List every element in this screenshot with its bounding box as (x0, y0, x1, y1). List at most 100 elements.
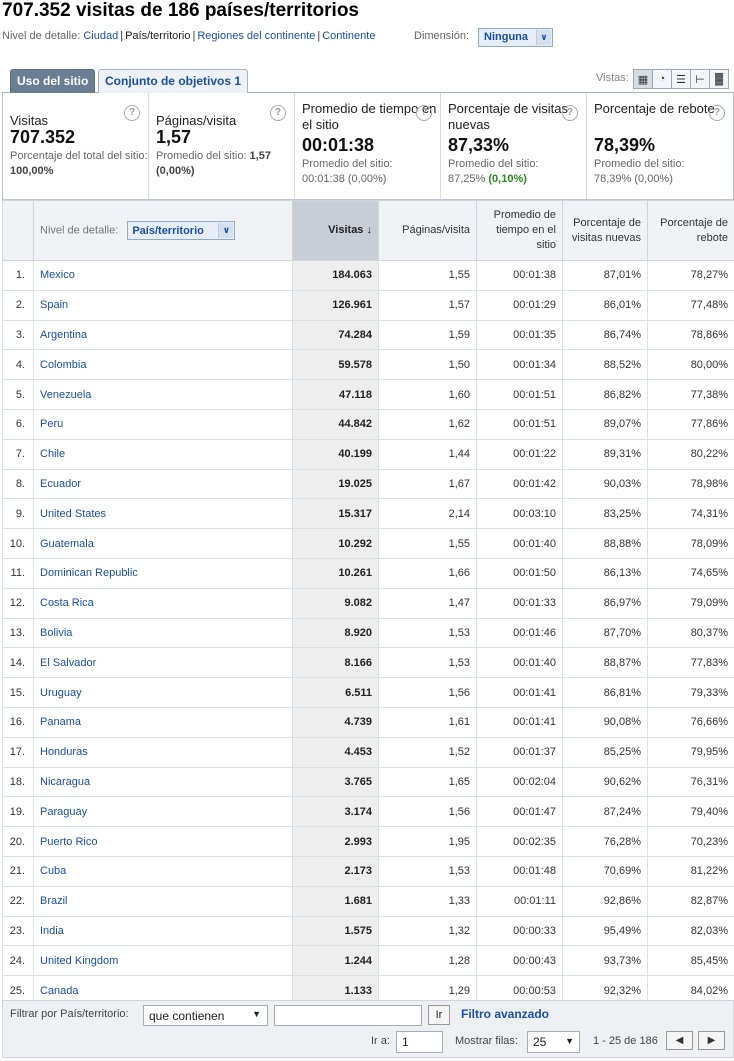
country-link[interactable]: Nicaragua (40, 776, 90, 788)
filter-mode-select[interactable]: que contienen ▼ (143, 1005, 268, 1026)
page-title: 707.352 visitas de 186 países/territorio… (2, 0, 359, 21)
row-country: Paraguay (33, 796, 293, 828)
comparison-view-icon[interactable]: ⊢ (690, 69, 710, 89)
country-link[interactable]: Peru (40, 418, 63, 430)
country-link[interactable]: Guatemala (40, 538, 94, 550)
header-visits[interactable]: Visitas ↓ (292, 200, 379, 261)
country-link[interactable]: Brazil (40, 895, 68, 907)
detail-link-subcontinent[interactable]: Regiones del continente (197, 30, 315, 42)
detail-link-city[interactable]: Ciudad (83, 30, 118, 42)
country-link[interactable]: United Kingdom (40, 955, 118, 967)
country-link[interactable]: Dominican Republic (40, 567, 138, 579)
tabs-row: Uso del sitio Conjunto de objetivos 1 Vi… (2, 66, 734, 93)
metric-sub: Promedio del sitio: 00:01:38 (0,00%) (302, 158, 393, 185)
row-visits: 1.244 (292, 945, 379, 977)
help-icon[interactable]: ? (124, 105, 140, 121)
row-bounce-rate: 74,65% (647, 557, 734, 589)
country-link[interactable]: Honduras (40, 746, 88, 758)
country-link[interactable]: El Salvador (40, 657, 96, 669)
row-country: Bolivia (33, 617, 293, 649)
performance-view-icon[interactable]: ☰ (671, 69, 691, 89)
row-avg-time: 00:01:38 (476, 260, 563, 291)
row-visits: 44.842 (292, 408, 379, 440)
goto-input[interactable]: 1 (396, 1031, 443, 1053)
row-index: 19. (2, 796, 34, 828)
row-bounce-rate: 77,86% (647, 408, 734, 440)
country-link[interactable]: India (40, 925, 64, 937)
help-icon[interactable]: ? (270, 105, 286, 121)
metric-new-visits: Porcentaje de visitas nuevas 87,33% Prom… (441, 93, 587, 199)
row-new-visits: 85,25% (562, 736, 648, 768)
help-icon[interactable]: ? (416, 105, 432, 121)
table-row: 14. El Salvador 8.166 1,53 00:01:40 88,87% 77,… (2, 647, 734, 679)
row-new-visits: 90,03% (562, 468, 648, 500)
table-view-icon[interactable]: ▦ (633, 69, 653, 89)
pivot-view-icon[interactable]: ▓ (709, 69, 729, 89)
advanced-filter-link[interactable]: Filtro avanzado (461, 1007, 549, 1021)
row-index: 18. (2, 766, 34, 798)
row-country: Brazil (33, 885, 293, 917)
row-pages-per-visit: 1,59 (378, 319, 477, 351)
next-page-button[interactable]: ▶ (698, 1031, 725, 1050)
header-avg-time[interactable]: Promedio de tiempo en el sitio (476, 200, 563, 261)
country-link[interactable]: Colombia (40, 359, 86, 371)
help-icon[interactable]: ? (562, 105, 578, 121)
country-link[interactable]: United States (40, 508, 106, 520)
row-new-visits: 93,73% (562, 945, 648, 977)
row-visits: 10.292 (292, 528, 379, 559)
row-visits: 2.993 (292, 826, 379, 857)
help-icon[interactable]: ? (709, 105, 725, 121)
dimension-detail-value: País/territorio (132, 225, 204, 237)
table-row: 19. Paraguay 3.174 1,56 00:01:47 87,24% 79,40% (2, 796, 734, 828)
country-link[interactable]: Argentina (40, 329, 87, 341)
country-link[interactable]: Chile (40, 448, 65, 460)
row-avg-time: 00:01:40 (476, 528, 563, 559)
rows-select[interactable]: 25 ▼ (527, 1031, 580, 1053)
row-country: India (33, 915, 293, 947)
header-bounce-rate[interactable]: Porcentaje de rebote (647, 200, 734, 261)
detail-link-continent[interactable]: Continente (322, 30, 375, 42)
tab-goal-set-1[interactable]: Conjunto de objetivos 1 (98, 69, 249, 93)
country-link[interactable]: Paraguay (40, 806, 87, 818)
row-visits: 2.173 (292, 855, 379, 887)
country-link[interactable]: Canada (40, 985, 79, 997)
row-index: 17. (2, 736, 34, 768)
dimension-select[interactable]: Ninguna ∨ (478, 28, 553, 47)
country-link[interactable]: Mexico (40, 269, 75, 281)
country-link[interactable]: Uruguay (40, 687, 82, 699)
row-new-visits: 86,74% (562, 319, 648, 351)
country-link[interactable]: Spain (40, 299, 68, 311)
header-new-visits[interactable]: Porcentaje de visitas nuevas (562, 200, 648, 261)
row-avg-time: 00:01:41 (476, 677, 563, 708)
tab-site-usage[interactable]: Uso del sitio (10, 69, 96, 93)
country-link[interactable]: Panama (40, 716, 81, 728)
dimension-detail-select[interactable]: País/territorio ∨ (127, 221, 236, 240)
row-new-visits: 87,01% (562, 260, 648, 291)
row-avg-time: 00:01:42 (476, 468, 563, 500)
country-link[interactable]: Puerto Rico (40, 836, 97, 848)
country-link[interactable]: Costa Rica (40, 597, 94, 609)
row-avg-time: 00:01:29 (476, 289, 563, 321)
row-country: Panama (33, 706, 293, 738)
row-visits: 1.681 (292, 885, 379, 917)
row-pages-per-visit: 1,53 (378, 617, 477, 649)
row-avg-time: 00:01:47 (476, 796, 563, 828)
row-bounce-rate: 82,03% (647, 915, 734, 947)
row-visits: 19.025 (292, 468, 379, 500)
header-pages-per-visit[interactable]: Páginas/visita (378, 200, 477, 261)
country-link[interactable]: Bolivia (40, 627, 72, 639)
table-row: 16. Panama 4.739 1,61 00:01:41 90,08% 76,66% (2, 706, 734, 738)
country-link[interactable]: Cuba (40, 865, 66, 877)
row-visits: 59.578 (292, 349, 379, 381)
filter-go-button[interactable]: Ir (428, 1005, 450, 1025)
prev-page-button[interactable]: ◀ (666, 1031, 693, 1050)
row-new-visits: 83,25% (562, 498, 648, 530)
row-pages-per-visit: 1,61 (378, 706, 477, 738)
filter-input[interactable] (274, 1005, 422, 1026)
row-visits: 3.174 (292, 796, 379, 828)
country-link[interactable]: Ecuador (40, 478, 81, 490)
metric-sub: Promedio del sitio: 78,39% (0,00%) (594, 158, 685, 185)
row-bounce-rate: 78,27% (647, 260, 734, 291)
pie-view-icon[interactable]: ◔ (652, 69, 672, 89)
country-link[interactable]: Venezuela (40, 389, 91, 401)
